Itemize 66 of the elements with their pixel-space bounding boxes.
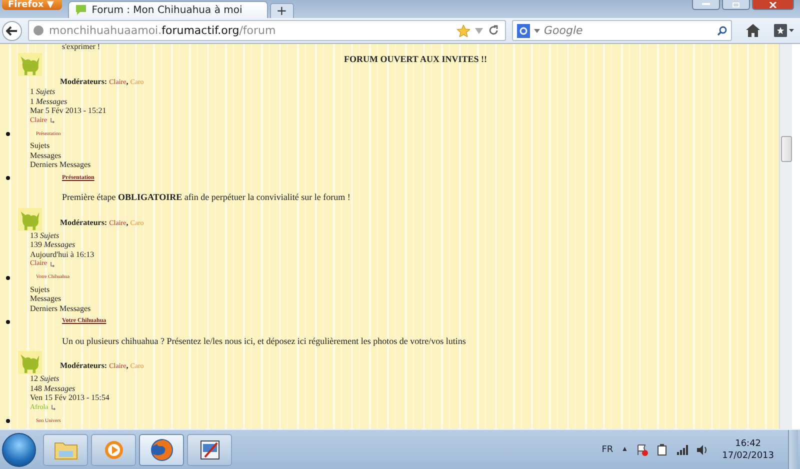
signal-icon[interactable] <box>676 444 688 456</box>
search-input[interactable]: Google <box>544 24 713 37</box>
browser-tab[interactable]: Forum : Mon Chihuahua à moi <box>68 1 268 18</box>
column-label: Messages <box>30 294 62 304</box>
paint-icon <box>200 440 220 460</box>
topics-count: 12 Sujets <box>30 374 60 384</box>
scrollbar-thumb[interactable] <box>780 136 792 162</box>
go-to-post-icon[interactable] <box>50 262 56 266</box>
address-bar[interactable]: monchihuahuaamoi.forumactif.org/forum <box>28 20 506 41</box>
go-to-post-icon[interactable] <box>50 118 56 123</box>
search-icon[interactable] <box>717 26 727 36</box>
search-engine-icon[interactable] <box>517 24 530 38</box>
column-label: Derniers Messages <box>30 160 92 170</box>
new-tab-button[interactable]: + <box>270 3 294 18</box>
go-to-post-icon[interactable] <box>51 405 56 410</box>
taskbar-app-button[interactable] <box>187 434 232 466</box>
minimize-button[interactable] <box>692 0 720 10</box>
posts-count: 139 Messages <box>30 240 76 250</box>
language-indicator[interactable]: FR <box>602 444 614 454</box>
close-icon <box>769 2 777 8</box>
dog-avatar-icon <box>18 53 42 76</box>
back-arrow-icon <box>6 26 18 36</box>
search-bar[interactable]: Google <box>512 20 732 41</box>
bullet-icon <box>6 176 10 180</box>
play-icon <box>104 440 124 460</box>
posts-count: 148 Messages <box>30 384 76 393</box>
bullet-icon <box>6 276 10 280</box>
dropdown-icon[interactable] <box>534 28 540 32</box>
last-post-date: Ven 15 Fév 2013 - 15:54 <box>30 393 110 402</box>
posts-count: 1 Messages <box>30 96 68 106</box>
start-button[interactable] <box>2 432 36 466</box>
last-post-date: Mar 5 Fév 2013 - 15:21 <box>30 106 108 116</box>
folder-icon <box>54 440 78 460</box>
url-text: monchihuahuaamoi.forumactif.org/forum <box>49 24 277 37</box>
column-label: Messages <box>30 150 62 160</box>
last-post-date: Aujourd'hui à 16:13 <box>30 250 96 259</box>
taskbar-app-button[interactable] <box>139 434 184 466</box>
close-button[interactable] <box>752 0 794 10</box>
maximize-button[interactable] <box>722 0 750 10</box>
reload-icon[interactable] <box>488 25 499 36</box>
speech-bubble-icon <box>74 4 87 16</box>
forum-description: s'exprimer ! <box>62 44 102 53</box>
column-label: Sujets <box>30 141 51 150</box>
column-label: Sujets <box>30 284 51 294</box>
forum-description: Première étape OBLIGATOIRE afin de perpétuer la convivialité sur le forum ! <box>62 191 352 204</box>
dog-avatar-icon <box>18 351 42 374</box>
star-icon[interactable] <box>457 24 470 36</box>
bullet-icon <box>6 419 10 424</box>
bullet-icon <box>6 132 10 136</box>
bookmarks-icon[interactable] <box>774 24 794 37</box>
dog-avatar-icon <box>18 208 42 230</box>
topics-count: 1 Sujets <box>30 87 56 96</box>
back-button[interactable] <box>2 20 22 40</box>
column-label: Derniers Messages <box>30 304 92 313</box>
topics-count: 13 Sujets <box>30 230 60 240</box>
flag-icon[interactable] <box>636 444 648 456</box>
scrollbar[interactable] <box>779 44 792 429</box>
bullet-icon <box>6 320 10 324</box>
clock[interactable]: 16:42 17/02/2013 <box>716 438 780 462</box>
minimize-icon <box>702 3 710 6</box>
forum-description: Un ou plusieurs chihuahua ? Présentez le/les nous ici, et déposez ici régulièrement les photos de votre/vos lutins <box>62 334 467 348</box>
restore-icon <box>732 2 740 8</box>
speaker-icon[interactable] <box>696 444 708 456</box>
home-icon[interactable] <box>746 24 760 37</box>
battery-plug-icon[interactable] <box>656 444 668 456</box>
forum-banner-text: FORUM OUVERT AUX INVITES !! <box>342 53 488 66</box>
